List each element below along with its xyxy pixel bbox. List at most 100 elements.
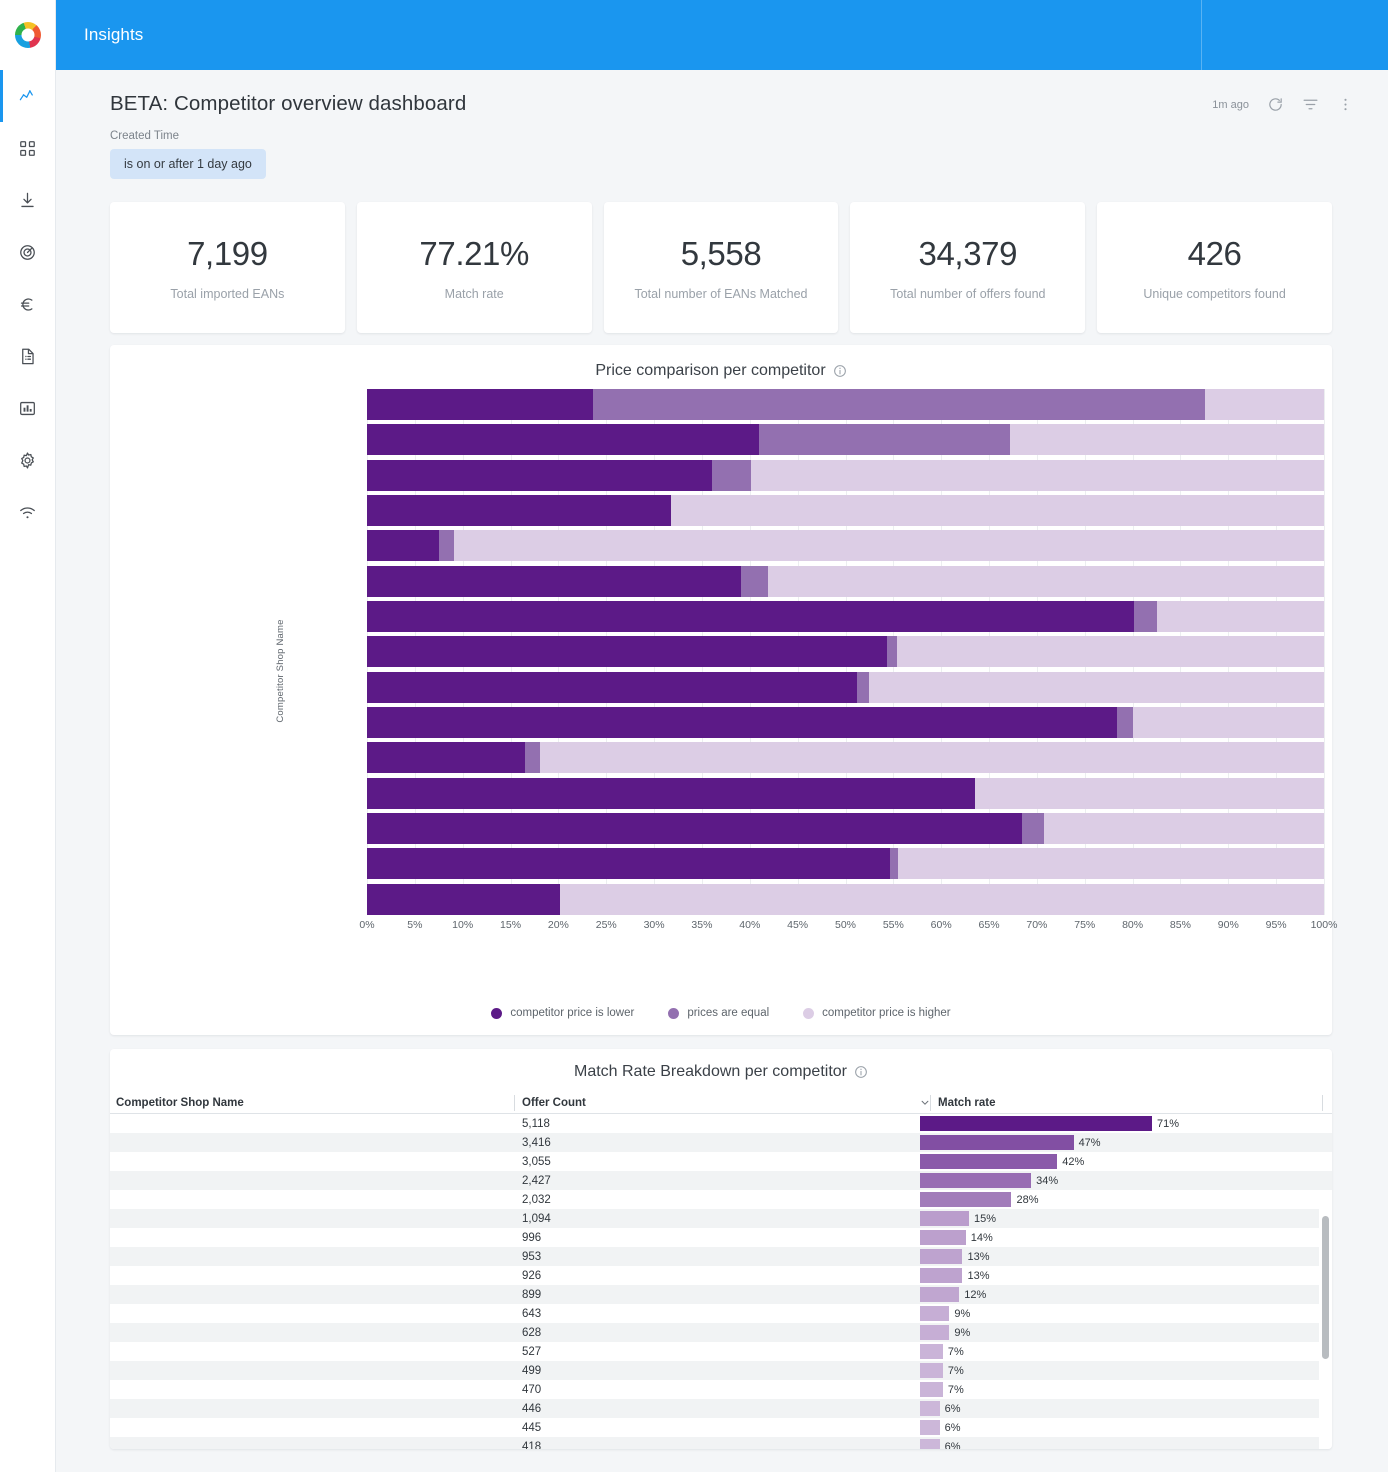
table-row[interactable]: 953 13% — [110, 1247, 1332, 1266]
bar-segment-lower[interactable] — [367, 530, 439, 562]
table-row[interactable]: 2,427 34% — [110, 1171, 1332, 1190]
nav-item-trend-analytics[interactable] — [0, 70, 55, 122]
bar-segment-lower[interactable] — [367, 777, 975, 809]
bar-segment-lower[interactable] — [367, 565, 742, 597]
refresh-icon[interactable] — [1267, 96, 1284, 113]
bar-segment-lower[interactable] — [367, 883, 561, 915]
column-header-offer-count[interactable]: Offer Count — [514, 1092, 912, 1114]
table-row[interactable]: 2,032 28% — [110, 1190, 1332, 1209]
bar-segment-equal[interactable] — [886, 636, 898, 668]
nav-item-bar-chart[interactable] — [0, 382, 55, 434]
bar-row[interactable] — [367, 495, 1324, 527]
table-row[interactable]: 527 7% — [110, 1342, 1332, 1361]
bar-row[interactable] — [367, 601, 1324, 633]
bar-row[interactable] — [367, 813, 1324, 845]
bar-segment-lower[interactable] — [367, 601, 1134, 633]
table-row[interactable]: 446 6% — [110, 1399, 1332, 1418]
bar-segment-equal[interactable] — [759, 424, 1011, 456]
legend-item[interactable]: prices are equal — [668, 1007, 769, 1019]
bar-segment-lower[interactable] — [367, 707, 1118, 739]
bar-row[interactable] — [367, 848, 1324, 880]
bar-row[interactable] — [367, 777, 1324, 809]
table-row[interactable]: 3,055 42% — [110, 1152, 1332, 1171]
bar-segment-equal[interactable] — [1117, 707, 1133, 739]
nav-item-target-gauge[interactable] — [0, 226, 55, 278]
bar-segment-equal[interactable] — [890, 848, 899, 880]
bar-segment-higher[interactable] — [454, 530, 1324, 562]
table-row[interactable]: 499 7% — [110, 1361, 1332, 1380]
bar-segment-higher[interactable] — [1043, 813, 1324, 845]
sort-offer-count-button[interactable] — [912, 1092, 930, 1114]
bar-segment-equal[interactable] — [592, 389, 1206, 420]
nav-item-euro-currency[interactable] — [0, 278, 55, 330]
kpi-card[interactable]: 5,558 Total number of EANs Matched — [603, 202, 839, 333]
kpi-card[interactable]: 426 Unique competitors found — [1097, 202, 1332, 333]
table-row[interactable]: 445 6% — [110, 1418, 1332, 1437]
table-row[interactable]: 996 14% — [110, 1228, 1332, 1247]
table-row[interactable]: 470 7% — [110, 1380, 1332, 1399]
nav-item-wifi-signal[interactable] — [0, 486, 55, 538]
table-row[interactable]: 643 9% — [110, 1304, 1332, 1323]
table-row[interactable]: 628 9% — [110, 1323, 1332, 1342]
bar-segment-equal[interactable] — [712, 459, 751, 491]
bar-segment-lower[interactable] — [367, 671, 857, 703]
nav-item-gear-settings[interactable] — [0, 434, 55, 486]
bar-segment-higher[interactable] — [560, 883, 1324, 915]
brand-logo[interactable] — [0, 0, 55, 70]
bar-row[interactable] — [367, 565, 1324, 597]
bar-segment-higher[interactable] — [897, 636, 1324, 668]
column-header-match-rate[interactable]: Match rate — [930, 1092, 1332, 1114]
bar-segment-lower[interactable] — [367, 424, 760, 456]
bar-segment-higher[interactable] — [750, 459, 1324, 491]
bar-segment-higher[interactable] — [671, 495, 1324, 527]
bar-segment-equal[interactable] — [1133, 601, 1157, 633]
legend-item[interactable]: competitor price is higher — [803, 1007, 951, 1019]
bar-segment-higher[interactable] — [1010, 424, 1324, 456]
bar-segment-equal[interactable] — [741, 565, 768, 597]
kpi-card[interactable]: 77.21% Match rate — [356, 202, 592, 333]
bar-row[interactable] — [367, 459, 1324, 491]
bar-row[interactable] — [367, 671, 1324, 703]
info-icon[interactable] — [833, 364, 847, 378]
bar-row[interactable] — [367, 530, 1324, 562]
nav-item-download[interactable] — [0, 174, 55, 226]
table-row[interactable]: 926 13% — [110, 1266, 1332, 1285]
bar-row[interactable] — [367, 742, 1324, 774]
kpi-card[interactable]: 34,379 Total number of offers found — [850, 202, 1086, 333]
bar-row[interactable] — [367, 707, 1324, 739]
bar-row[interactable] — [367, 883, 1324, 915]
table-row[interactable]: 899 12% — [110, 1285, 1332, 1304]
bar-segment-higher[interactable] — [767, 565, 1324, 597]
bar-segment-higher[interactable] — [869, 671, 1324, 703]
bar-segment-higher[interactable] — [974, 777, 1324, 809]
bar-segment-lower[interactable] — [367, 389, 593, 420]
column-header-competitor-shop-name[interactable]: Competitor Shop Name — [110, 1092, 514, 1114]
nav-item-document[interactable] — [0, 330, 55, 382]
bar-segment-equal[interactable] — [524, 742, 541, 774]
bar-segment-lower[interactable] — [367, 848, 891, 880]
bar-segment-equal[interactable] — [856, 671, 870, 703]
table-row[interactable]: 1,094 15% — [110, 1209, 1332, 1228]
bar-segment-lower[interactable] — [367, 742, 525, 774]
legend-item[interactable]: competitor price is lower — [491, 1007, 634, 1019]
table-scrollbar-thumb[interactable] — [1322, 1216, 1329, 1359]
bar-row[interactable] — [367, 636, 1324, 668]
nav-item-grid-dashboard[interactable] — [0, 122, 55, 174]
bar-segment-higher[interactable] — [1132, 707, 1324, 739]
info-icon[interactable] — [854, 1065, 868, 1079]
bar-segment-lower[interactable] — [367, 636, 887, 668]
bar-row[interactable] — [367, 424, 1324, 456]
bar-segment-lower[interactable] — [367, 459, 713, 491]
bar-segment-higher[interactable] — [898, 848, 1324, 880]
bar-segment-lower[interactable] — [367, 495, 672, 527]
bar-segment-lower[interactable] — [367, 813, 1022, 845]
bar-row[interactable] — [367, 389, 1324, 420]
filter-value-chip[interactable]: is on or after 1 day ago — [110, 149, 266, 179]
bar-segment-higher[interactable] — [1205, 389, 1324, 420]
table-row[interactable]: 5,118 71% — [110, 1114, 1332, 1133]
bar-segment-equal[interactable] — [438, 530, 455, 562]
kpi-card[interactable]: 7,199 Total imported EANs — [110, 202, 345, 333]
table-row[interactable]: 418 6% — [110, 1437, 1332, 1449]
filter-icon[interactable] — [1302, 96, 1319, 113]
more-vertical-icon[interactable] — [1337, 96, 1354, 113]
